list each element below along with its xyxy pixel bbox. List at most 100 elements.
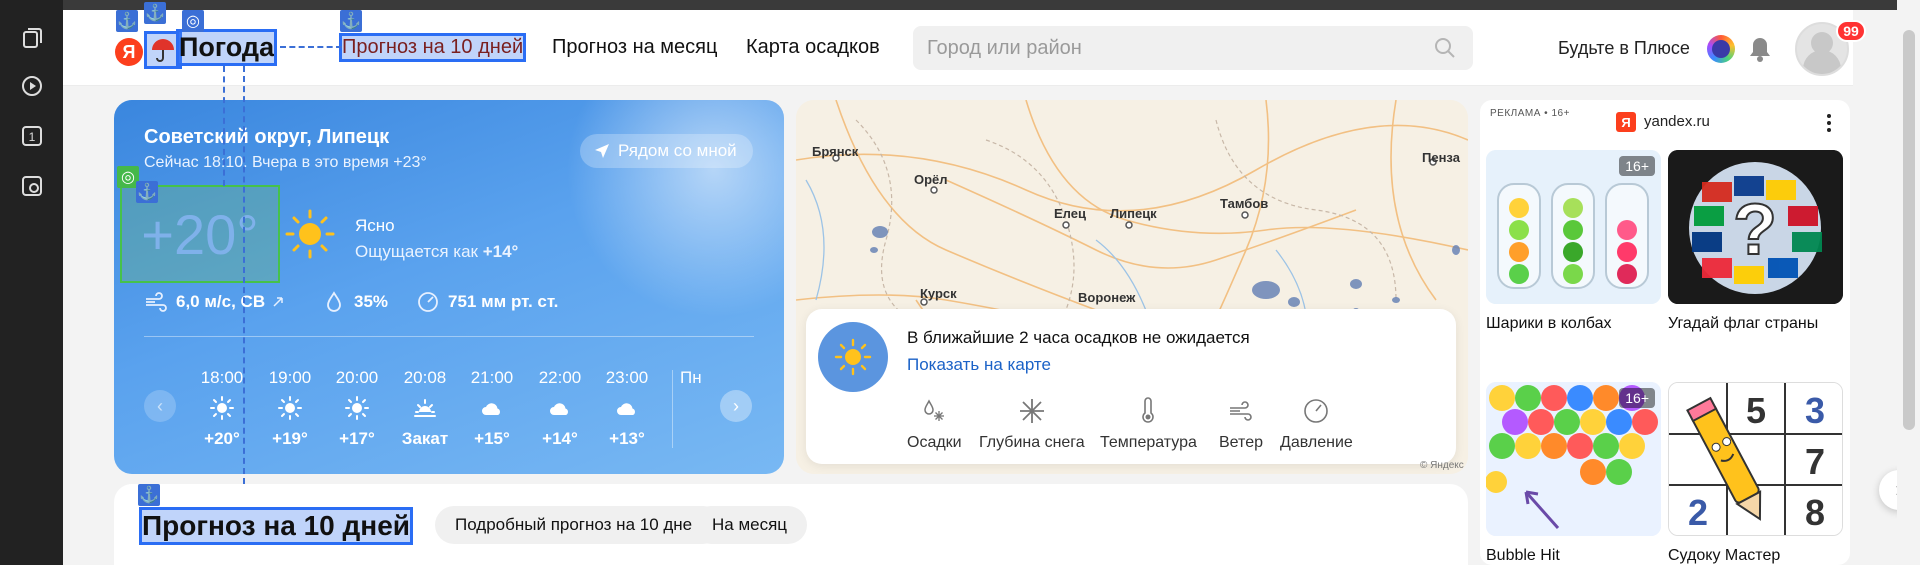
top-strip (63, 0, 1897, 10)
hour-temp: +14° (542, 429, 578, 448)
ad-image-bubbles[interactable]: 16+ (1486, 382, 1661, 536)
hour-item: 19:00 +19° (258, 368, 322, 449)
hour-temp: +15° (474, 429, 510, 448)
svg-text:2: 2 (1688, 492, 1708, 533)
counter-icon[interactable]: 1 (20, 124, 44, 148)
hourly-prev-button[interactable]: ‹ (144, 390, 176, 422)
ad-image-balls[interactable]: 16+ (1486, 150, 1661, 304)
cloud-night-icon (550, 403, 568, 415)
connector-line (223, 66, 225, 186)
svg-text:7: 7 (1805, 441, 1825, 482)
divider (144, 336, 754, 337)
wind-icon (146, 292, 167, 312)
logo-text[interactable]: Погода (175, 29, 278, 66)
wind-direction-icon (273, 297, 283, 307)
ad-title[interactable]: Bubble Hit (1486, 546, 1560, 565)
ad-label: РЕКЛАМА • 16+ (1490, 108, 1570, 119)
connector-line (280, 46, 342, 48)
now-text: Сейчас 18:10. Вчера в это время +23° (144, 154, 427, 171)
ads-next-button[interactable]: › (1879, 470, 1897, 510)
ad-image-sudoku[interactable]: 53 7 2 8 (1668, 382, 1843, 536)
feels-like-value: +14° (482, 242, 519, 261)
ads-block: РЕКЛАМА • 16+ Я yandex.ru 16+ Шарики в к… (1480, 100, 1850, 565)
svg-text:5: 5 (1746, 390, 1766, 431)
layer-wind[interactable]: Ветер (1219, 397, 1263, 452)
forecast-title: Прогноз на 10 дней (139, 507, 413, 545)
search-box (913, 26, 1473, 70)
map-city-penza: Пенза (1422, 150, 1460, 165)
umbrella-icon[interactable] (144, 31, 182, 69)
nav-precipitation-map[interactable]: Карта осадков (746, 36, 880, 59)
near-me-label: Рядом со мной (618, 141, 737, 160)
layer-label: Глубина снега (979, 434, 1085, 451)
browser-sidebar: 1 (0, 0, 63, 565)
ad-domain[interactable]: yandex.ru (1644, 113, 1710, 130)
layer-snow-depth[interactable]: Глубина снега (979, 397, 1085, 452)
yandex-logo[interactable]: Я (115, 38, 143, 66)
map-city-lipetsk: Липецк (1110, 206, 1157, 221)
show-on-map-link[interactable]: Показать на карте (907, 355, 1051, 375)
notification-badge: 99 (1836, 20, 1866, 42)
pressure-value: 751 мм рт. ст. (448, 292, 559, 311)
tabs-icon[interactable] (20, 26, 44, 50)
hourly-next-button[interactable]: › (720, 390, 752, 422)
gauge-icon (1304, 399, 1329, 423)
thermometer-icon (1142, 397, 1155, 423)
day-separator (672, 370, 673, 448)
ad-title[interactable]: Угадай флаг страны (1668, 314, 1838, 334)
condition-text: Ясно (355, 216, 395, 235)
layer-temperature[interactable]: Температура (1100, 397, 1197, 452)
detailed-forecast-chip[interactable]: Подробный прогноз на 10 дней (435, 506, 722, 544)
plus-icon[interactable] (1707, 35, 1735, 63)
snowflake-icon (1019, 399, 1044, 423)
wind-value: 6,0 м/с, СВ (176, 292, 266, 311)
ad-title[interactable]: Шарики в колбах (1486, 314, 1611, 334)
plus-promo-link[interactable]: Будьте в Плюсе (1558, 38, 1690, 59)
hour-item: 20:00 +17° (325, 368, 389, 449)
map-city-tambov: Тамбов (1220, 196, 1269, 211)
layer-label: Температура (1100, 434, 1197, 451)
search-icon[interactable] (1433, 36, 1457, 60)
hour-temp: +13° (609, 429, 645, 448)
nav-month-forecast[interactable]: Прогноз на месяц (552, 36, 717, 59)
layer-pressure[interactable]: Давление (1280, 397, 1353, 452)
map-city-bryansk: Брянск (812, 144, 859, 159)
scrollbar-thumb[interactable] (1903, 30, 1915, 430)
precipitation-map-card[interactable]: Брянск Орёл Елец Липецк Тамбов Пенза Кур… (796, 100, 1468, 474)
svg-text:1: 1 (29, 130, 36, 144)
hour-temp: +19° (272, 429, 308, 448)
hour-temp: +17° (339, 429, 375, 448)
nav-10-day-forecast[interactable]: Прогноз на 10 дней (338, 33, 527, 62)
layer-label: Ветер (1219, 434, 1263, 451)
feels-like-label: Ощущается как (355, 242, 478, 261)
weather-page: Я Погода Прогноз на 10 дней Прогноз на м… (63, 0, 1897, 565)
anchor-icon: ⚓ (340, 10, 362, 32)
wind-icon (1229, 401, 1252, 421)
layer-precipitation[interactable]: Осадки (907, 397, 962, 452)
screenshot-icon[interactable] (20, 174, 44, 198)
precip-sun-icon (818, 322, 888, 392)
bell-icon[interactable] (1747, 35, 1773, 63)
map-city-elets: Елец (1054, 206, 1086, 221)
ad-yandex-logo: Я (1616, 112, 1636, 132)
age-badge: 16+ (1619, 156, 1655, 176)
ad-image-flags[interactable]: ? (1668, 150, 1843, 304)
cloud-night-icon (617, 403, 635, 415)
hour-time: 19:00 (268, 368, 312, 387)
humidity-stat: 35% (322, 290, 388, 314)
hour-time: Пн (680, 368, 702, 387)
month-chip[interactable]: На месяц (692, 506, 808, 544)
svg-text:?: ? (1733, 190, 1777, 270)
play-icon[interactable] (20, 74, 44, 98)
hour-temp: Закат (401, 429, 449, 448)
search-input[interactable] (927, 26, 1427, 70)
precipitation-icon (924, 399, 945, 421)
humidity-value: 35% (354, 292, 389, 311)
map-city-voronezh: Воронеж (1078, 290, 1136, 305)
hour-item: 21:00 +15° (460, 368, 524, 449)
ad-title[interactable]: Судоку Мастер (1668, 546, 1780, 565)
more-menu-icon[interactable] (1826, 112, 1832, 134)
location-arrow-icon (595, 144, 609, 158)
layer-label: Давление (1280, 434, 1353, 451)
near-me-button[interactable]: Рядом со мной (580, 134, 753, 168)
